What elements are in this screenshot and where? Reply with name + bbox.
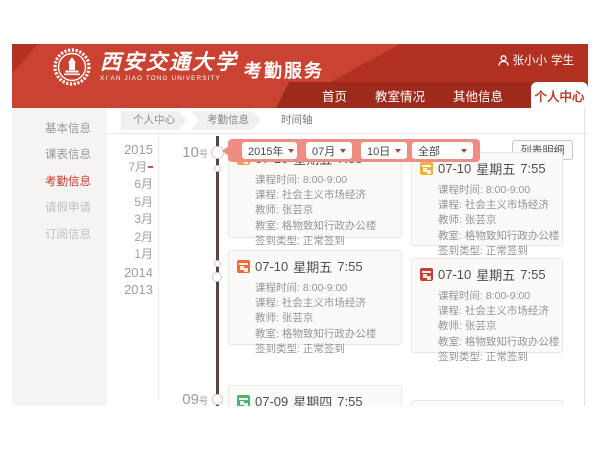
card-weekday: 星期五 bbox=[476, 159, 515, 178]
card-date: 07-10 bbox=[255, 259, 288, 274]
nav-item-classrooms[interactable]: 教室情况 bbox=[375, 86, 425, 105]
timeline-dot-medium bbox=[212, 272, 222, 282]
right-edge-line bbox=[584, 108, 585, 406]
timeline-dot-small-2 bbox=[214, 260, 221, 267]
year-dropdown[interactable]: 2015年 bbox=[242, 142, 297, 159]
sidebar: 基本信息 课表信息 考勤信息 请假申请 订阅信息 bbox=[12, 108, 107, 406]
nav-item-other-info[interactable]: 其他信息 bbox=[453, 86, 503, 105]
app-window: 西安交通大学 XI'AN JIAO TONG UNIVERSITY 考勤服务 张… bbox=[12, 44, 588, 406]
card-details: 课程时间: 8:00-9:00 课程: 社会主义市场经济 教师: 张芸京 教室:… bbox=[412, 183, 562, 259]
card-details: 课程时间: 8:00-9:00 课程: 社会主义市场经济 教师: 张芸京 教室:… bbox=[229, 173, 401, 249]
card-date: 07-09 bbox=[255, 394, 288, 406]
day-label-09: 09号 bbox=[170, 391, 208, 406]
type-dropdown[interactable]: 全部 bbox=[412, 142, 473, 159]
calendar-status-icon bbox=[237, 395, 250, 406]
card-details: 课程时间: 8:00-9:00 课程: 社会主义市场经济 教师: 张芸京 教室:… bbox=[229, 281, 401, 357]
attendance-card[interactable]: 07-09 星期四 7:55 bbox=[228, 385, 402, 406]
university-name-en: XI'AN JIAO TONG UNIVERSITY bbox=[100, 75, 238, 82]
axis-month-june[interactable]: 6月 bbox=[107, 176, 153, 194]
content-area: 基本信息 课表信息 考勤信息 请假申请 订阅信息 个人中心 考勤信息 时间轴 2… bbox=[12, 108, 588, 406]
dropdown-caret-icon bbox=[340, 149, 346, 153]
university-name-block: 西安交通大学 XI'AN JIAO TONG UNIVERSITY bbox=[100, 50, 238, 82]
day-dropdown[interactable]: 10日 bbox=[361, 142, 407, 159]
axis-month-july[interactable]: 7月 bbox=[107, 159, 153, 177]
axis-month-january[interactable]: 1月 bbox=[107, 246, 153, 264]
card-header: 07-10 星期五 7:55 bbox=[412, 259, 562, 286]
card-time: 7:55 bbox=[520, 161, 545, 176]
axis-year-2015[interactable]: 2015 bbox=[107, 141, 153, 159]
user-info[interactable]: 张小小 学生 bbox=[498, 52, 575, 68]
attendance-card[interactable]: 07-10 星期五 7:55 课程时间: 8:00-9:00 课程: 社会主义市… bbox=[411, 258, 563, 353]
current-month-marker bbox=[148, 166, 153, 168]
card-details: 课程时间: 8:00-9:00 课程: 社会主义市场经济 教师: 张芸京 教室:… bbox=[412, 289, 562, 365]
attendance-service-page: 西安交通大学 XI'AN JIAO TONG UNIVERSITY 考勤服务 张… bbox=[0, 0, 600, 450]
sidebar-item-leave-request[interactable]: 请假申请 bbox=[12, 199, 107, 217]
card-weekday: 星期五 bbox=[476, 265, 515, 284]
card-header: 07-09 星期四 7:55 bbox=[229, 386, 401, 406]
breadcrumb-timeline-active[interactable]: 时间轴 bbox=[265, 111, 325, 130]
card-time: 7:55 bbox=[520, 267, 545, 282]
axis-year-2013[interactable]: 2013 bbox=[107, 281, 153, 299]
calendar-status-icon bbox=[420, 268, 433, 281]
dropdown-caret-icon bbox=[288, 149, 294, 153]
calendar-status-icon bbox=[237, 260, 250, 273]
sidebar-item-basic-info[interactable]: 基本信息 bbox=[12, 120, 107, 138]
axis-year-2014[interactable]: 2014 bbox=[107, 264, 153, 282]
axis-divider-line bbox=[158, 114, 159, 400]
dropdown-caret-icon bbox=[395, 149, 401, 153]
axis-month-march[interactable]: 3月 bbox=[107, 211, 153, 229]
date-filter-bar: 2015年 07月 10日 全部 bbox=[228, 139, 480, 162]
month-dropdown[interactable]: 07月 bbox=[306, 142, 352, 159]
nav-item-home[interactable]: 首页 bbox=[322, 86, 347, 105]
attendance-card-partial[interactable] bbox=[411, 400, 563, 406]
card-header: 07-10 星期五 7:55 bbox=[229, 251, 401, 278]
attendance-card[interactable]: 07-10 星期五 7:55 课程时间: 8:00-9:00 课程: 社会主义市… bbox=[228, 250, 402, 345]
timeline-vertical-line bbox=[216, 136, 219, 406]
timeline-dot-small-1 bbox=[214, 165, 221, 172]
user-name: 张小小 bbox=[513, 52, 548, 68]
sidebar-item-timetable-info[interactable]: 课表信息 bbox=[12, 146, 107, 164]
card-time: 7:55 bbox=[337, 259, 362, 274]
breadcrumb-personal-center[interactable]: 个人中心 bbox=[121, 111, 187, 130]
app-title: 考勤服务 bbox=[244, 57, 324, 83]
app-header: 西安交通大学 XI'AN JIAO TONG UNIVERSITY 考勤服务 张… bbox=[12, 44, 588, 108]
card-weekday: 星期四 bbox=[293, 392, 332, 406]
timeline-dot-day09 bbox=[212, 394, 223, 405]
card-weekday: 星期五 bbox=[293, 257, 332, 276]
calendar-status-icon bbox=[420, 162, 433, 175]
university-seal-logo-icon bbox=[52, 47, 92, 87]
card-time: 7:55 bbox=[337, 394, 362, 406]
breadcrumb-attendance-info[interactable]: 考勤信息 bbox=[191, 111, 261, 130]
axis-month-may[interactable]: 5月 bbox=[107, 194, 153, 212]
attendance-card[interactable]: 07-10 星期五 7:55 课程时间: 8:00-9:00 课程: 社会主义市… bbox=[411, 152, 563, 246]
card-date: 07-10 bbox=[438, 161, 471, 176]
breadcrumb: 个人中心 考勤信息 时间轴 bbox=[107, 108, 588, 134]
axis-month-february[interactable]: 2月 bbox=[107, 229, 153, 247]
nav-item-personal-center-active[interactable]: 个人中心 bbox=[531, 82, 588, 108]
university-name-cn: 西安交通大学 bbox=[100, 50, 238, 74]
user-icon bbox=[498, 55, 509, 66]
sidebar-item-subscription-info[interactable]: 订阅信息 bbox=[12, 226, 107, 244]
timeline-year-month-axis: 2015 7月 6月 5月 3月 2月 1月 2014 2013 bbox=[107, 141, 153, 299]
sidebar-item-attendance-info-active[interactable]: 考勤信息 bbox=[12, 173, 107, 191]
card-date: 07-10 bbox=[438, 267, 471, 282]
day-label-10: 10号 bbox=[170, 144, 208, 161]
main-nav: 首页 教室情况 其他信息 个人中心 bbox=[322, 82, 588, 108]
user-role: 学生 bbox=[551, 52, 574, 68]
dropdown-caret-icon bbox=[461, 149, 467, 153]
